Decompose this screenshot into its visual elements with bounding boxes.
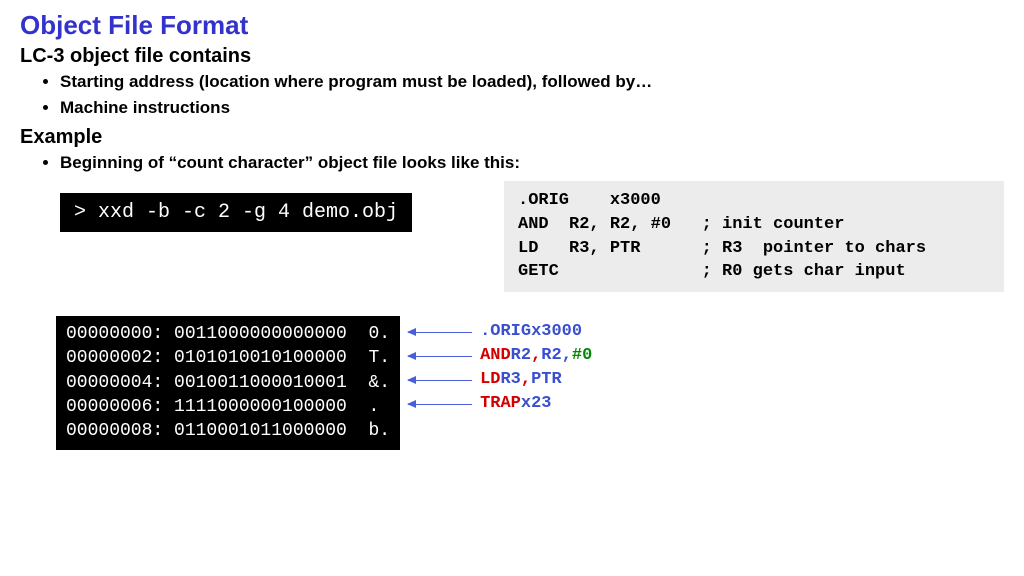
annot-text: , bbox=[531, 344, 541, 369]
assembly-snippet: .ORIG x3000 AND R2, R2, #0 ; init counte… bbox=[504, 181, 1004, 292]
terminal-command: > xxd -b -c 2 -g 4 demo.obj bbox=[60, 193, 412, 232]
annotation-trap: TRAP x23 bbox=[408, 392, 592, 416]
bullet-list-contains: Starting address (location where program… bbox=[20, 72, 1004, 118]
annot-text: LD bbox=[480, 368, 500, 393]
annotation-column: .ORIG x3000 AND R2, R2, #0 LD R3, PTR TR… bbox=[400, 316, 592, 416]
annotation-orig: .ORIG x3000 bbox=[408, 320, 592, 344]
annot-text: R2 bbox=[511, 344, 531, 369]
annot-text: TRAP bbox=[480, 392, 521, 417]
bullet-list-example: Beginning of “count character” object fi… bbox=[20, 153, 1004, 173]
annot-text: x3000 bbox=[531, 320, 582, 345]
subheading-example: Example bbox=[20, 126, 1004, 149]
subheading-contains: LC-3 object file contains bbox=[20, 45, 1004, 68]
annot-text: , bbox=[562, 344, 572, 369]
annot-text: #0 bbox=[572, 344, 592, 369]
bullet-item: Beginning of “count character” object fi… bbox=[60, 153, 1004, 173]
annotation-and: AND R2, R2, #0 bbox=[408, 344, 592, 368]
annot-text: .ORIG bbox=[480, 320, 531, 345]
bullet-item: Machine instructions bbox=[60, 98, 1004, 118]
arrow-left-icon bbox=[408, 356, 472, 357]
arrow-left-icon bbox=[408, 380, 472, 381]
annot-text: x23 bbox=[521, 392, 552, 417]
annot-text: R2 bbox=[541, 344, 561, 369]
annot-text: PTR bbox=[531, 368, 562, 393]
annot-text: AND bbox=[480, 344, 511, 369]
slide-title: Object File Format bbox=[20, 10, 1004, 41]
annotation-ld: LD R3, PTR bbox=[408, 368, 592, 392]
arrow-left-icon bbox=[408, 404, 472, 405]
bullet-item: Starting address (location where program… bbox=[60, 72, 1004, 92]
annot-text: , bbox=[521, 368, 531, 393]
annot-text: R3 bbox=[500, 368, 520, 393]
hexdump-output: 00000000: 0011000000000000 0. 00000002: … bbox=[56, 316, 400, 449]
arrow-left-icon bbox=[408, 332, 472, 333]
